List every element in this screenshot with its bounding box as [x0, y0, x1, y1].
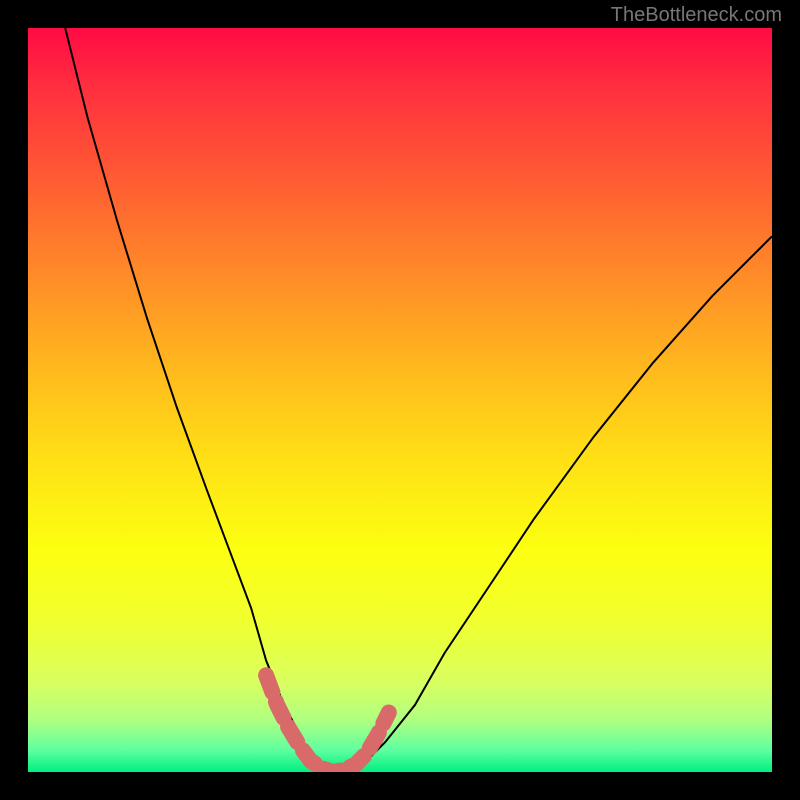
watermark-text: TheBottleneck.com	[611, 4, 782, 27]
highlight-dots	[266, 675, 389, 772]
plot-area	[28, 28, 772, 772]
bottleneck-curve-path	[65, 28, 772, 772]
highlight-segment-path	[266, 675, 389, 772]
chart-svg	[28, 28, 772, 772]
